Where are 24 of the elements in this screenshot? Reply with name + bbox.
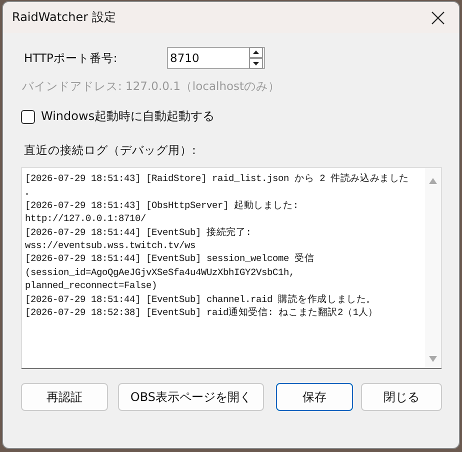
port-spinbox[interactable]: 8710 <box>167 47 265 69</box>
port-label: HTTPポート番号: <box>23 50 118 66</box>
log-line: [2026-07-29 18:51:43] [RaidStore] raid_list.json から 2 件読み込みました <box>25 172 410 186</box>
dialog-button[interactable]: OBS表示ページを開く <box>118 383 264 411</box>
dialog-button[interactable]: 再認証 <box>21 383 108 411</box>
log-line: http://127.0.0.1:8710/ <box>25 212 148 226</box>
log-line: [2026-07-29 18:52:38] [EventSub] raid通知受信: ねこまた翻訳2（1人） <box>25 306 379 320</box>
log-line: [2026-07-29 18:51:43] [ObsHttpServer] 起動しました: <box>25 198 300 212</box>
spin-arrows-icon[interactable] <box>249 47 263 69</box>
log-line: (session_id=AgoQgAeJGjvXSeSfa4u4WUzXbhIGY2VsbC1h, <box>25 266 296 280</box>
log-line: [2026-07-29 18:51:44] [EventSub] channel.raid 購読を作成しました。 <box>25 292 378 306</box>
autostart-label[interactable]: Windows起動時に自動起動する <box>41 108 215 125</box>
dialog-button[interactable]: 閉じる <box>361 383 442 411</box>
log-textbox[interactable] <box>21 167 442 369</box>
log-line: planned_reconnect=False) <box>25 279 158 293</box>
log-line: [2026-07-29 18:51:44] [EventSub] 接続完了: <box>25 226 252 240</box>
log-line: 。 <box>25 185 36 199</box>
dialog-button[interactable]: 保存 <box>276 383 354 411</box>
autostart-checkbox[interactable] <box>21 110 35 124</box>
log-line: wss://eventsub.wss.twitch.tv/ws <box>25 239 197 252</box>
bind-address-note: バインドアドレス: 127.0.0.1（localhostのみ） <box>21 79 282 94</box>
log-label: 直近の接続ログ（デバッグ用）: <box>23 143 197 158</box>
log-line: [2026-07-29 18:51:44] [EventSub] session_welcome 受信 <box>25 252 316 266</box>
window-title: RaidWatcher 設定 <box>12 9 116 26</box>
